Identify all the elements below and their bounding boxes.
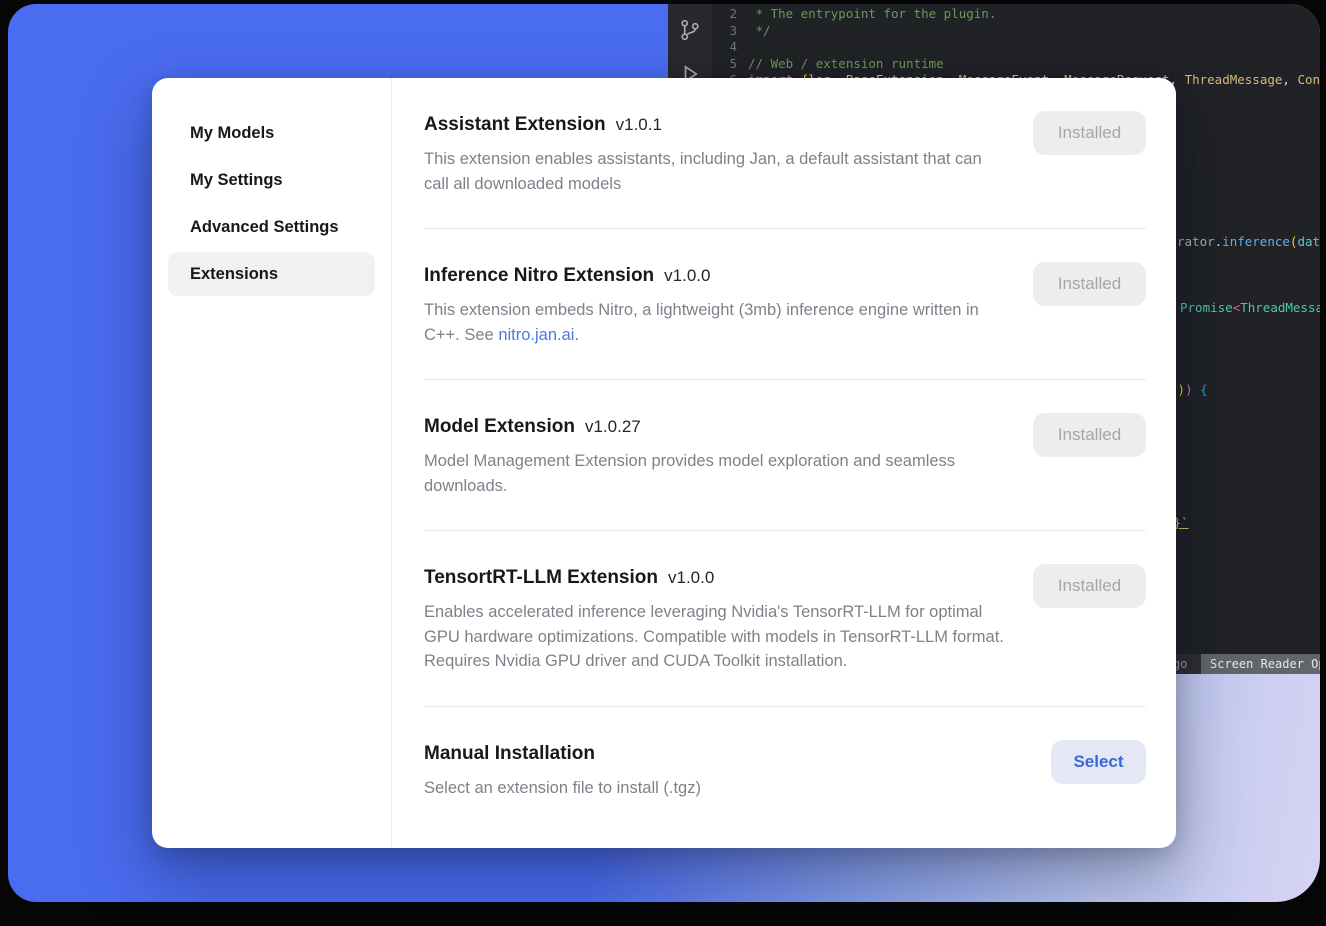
code-line-text: * The entrypoint for the plugin.	[737, 6, 996, 23]
extension-description: Model Management Extension provides mode…	[424, 449, 1009, 498]
code-lines: 2 * The entrypoint for the plugin. 3 */ …	[712, 6, 1320, 89]
extension-row-model: Model Extension v1.0.27 Model Management …	[424, 380, 1146, 530]
extension-name: Assistant Extension	[424, 114, 606, 135]
extension-name: Model Extension	[424, 416, 575, 437]
line-number: 5	[712, 56, 737, 73]
extension-description: Enables accelerated inference leveraging…	[424, 600, 1009, 674]
code-line-text	[737, 39, 748, 56]
extension-version: v1.0.27	[585, 417, 641, 436]
sidebar-item-advanced-settings[interactable]: Advanced Settings	[168, 205, 375, 249]
extension-version: v1.0.0	[664, 266, 710, 285]
extension-title: Assistant Extension v1.0.1	[424, 111, 1009, 139]
extension-title: TensortRT-LLM Extension v1.0.0	[424, 564, 1009, 592]
select-button[interactable]: Select	[1051, 740, 1146, 784]
sidebar-item-extensions[interactable]: Extensions	[168, 252, 375, 296]
screen-reader-optimized-badge[interactable]: Screen Reader Optimized	[1201, 654, 1320, 674]
code-line-text: */	[737, 23, 771, 40]
extension-row-manual-installation: Manual Installation Select an extension …	[424, 707, 1146, 833]
installed-button[interactable]: Installed	[1033, 111, 1146, 155]
sidebar-item-my-settings[interactable]: My Settings	[168, 158, 375, 202]
source-control-icon[interactable]	[678, 18, 702, 42]
installed-button[interactable]: Installed	[1033, 564, 1146, 608]
sidebar-item-my-models[interactable]: My Models	[168, 111, 375, 155]
extension-version: v1.0.1	[616, 115, 662, 134]
extension-version: v1.0.0	[668, 568, 714, 587]
extension-row-tensorrt-llm: TensortRT-LLM Extension v1.0.0 Enables ac…	[424, 531, 1146, 706]
extension-name: TensortRT-LLM Extension	[424, 567, 658, 588]
extension-name: Inference Nitro Extension	[424, 265, 654, 286]
extension-description: This extension enables assistants, inclu…	[424, 147, 1009, 196]
code-fragment: Promise<ThreadMessage>	[1180, 300, 1320, 316]
line-number: 2	[712, 6, 737, 23]
code-line-text: // Web / extension runtime	[737, 56, 944, 73]
extension-title: Inference Nitro Extension v1.0.0	[424, 262, 1009, 290]
installed-button[interactable]: Installed	[1033, 262, 1146, 306]
extension-description: Select an extension file to install (.tg…	[424, 776, 701, 801]
extension-title: Manual Installation	[424, 740, 701, 768]
installed-button[interactable]: Installed	[1033, 413, 1146, 457]
extension-title: Model Extension v1.0.27	[424, 413, 1009, 441]
extension-row-inference-nitro: Inference Nitro Extension v1.0.0 This ext…	[424, 229, 1146, 379]
settings-modal: My Models My Settings Advanced Settings …	[152, 78, 1176, 848]
extension-description: This extension embeds Nitro, a lightweig…	[424, 298, 1009, 347]
line-number: 4	[712, 39, 737, 56]
extension-row-assistant: Assistant Extension v1.0.1 This extension…	[424, 78, 1146, 228]
line-number: 3	[712, 23, 737, 40]
extensions-panel: Assistant Extension v1.0.1 This extension…	[392, 78, 1176, 848]
settings-sidebar: My Models My Settings Advanced Settings …	[152, 78, 392, 848]
nitro-jan-ai-link[interactable]: nitro.jan.ai.	[498, 326, 579, 344]
extension-name: Manual Installation	[424, 743, 595, 764]
code-fragment: rator.inference(data));	[1177, 234, 1320, 250]
